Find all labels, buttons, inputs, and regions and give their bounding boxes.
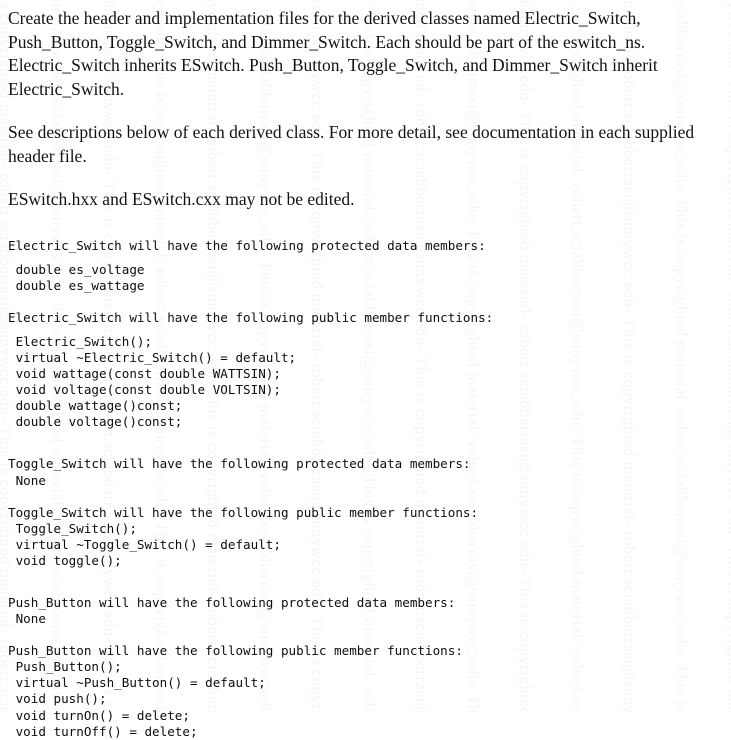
- class-spec-area: Electric_Switch will have the following …: [0, 212, 731, 740]
- class-spec-electric-switch: Electric_Switch will have the following …: [0, 238, 731, 431]
- document-content: Create the header and implementation fil…: [0, 0, 731, 740]
- protected-members-list: double es_voltage double es_wattage: [15, 261, 145, 293]
- protected-members-list: None: [8, 611, 46, 627]
- public-members-heading: Toggle_Switch will have the following pu…: [8, 504, 479, 520]
- public-members-heading: Electric_Switch will have the following …: [8, 309, 494, 325]
- class-spec-push-button: Push_Button will have the following prot…: [0, 595, 731, 740]
- protected-members-heading: Toggle_Switch will have the following pr…: [8, 456, 471, 472]
- public-members-heading: Push_Button will have the following publ…: [8, 643, 463, 659]
- protected-members-list: None: [8, 472, 46, 488]
- public-members-list: Toggle_Switch(); virtual ~Toggle_Switch(…: [15, 520, 281, 568]
- protected-members-heading: Electric_Switch will have the following …: [8, 237, 486, 253]
- intro-paragraph: Create the header and implementation fil…: [8, 8, 658, 99]
- no-edit-notice-paragraph: ESwitch.hxx and ESwitch.cxx may not be e…: [8, 189, 355, 209]
- public-members-list: Push_Button(); virtual ~Push_Button() = …: [15, 659, 266, 739]
- descriptions-paragraph: See descriptions below of each derived c…: [8, 122, 695, 166]
- class-spec-toggle-switch: Toggle_Switch will have the following pr…: [0, 456, 731, 569]
- public-members-list: Electric_Switch(); virtual ~Electric_Swi…: [15, 333, 297, 430]
- protected-members-heading: Push_Button will have the following prot…: [8, 595, 456, 610]
